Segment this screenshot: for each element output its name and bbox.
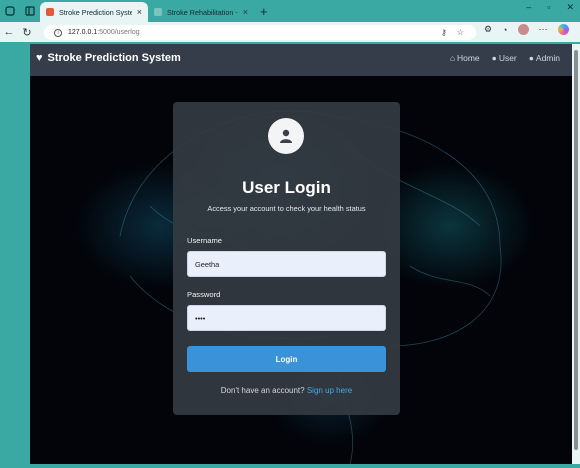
url-input[interactable]: i 127.0.0.1:5000/userlog ⚷ ☆ — [44, 25, 476, 40]
refresh-icon[interactable]: ↻ — [18, 26, 36, 39]
username-input[interactable]: Geetha — [187, 251, 386, 277]
login-button[interactable]: Login — [187, 346, 386, 372]
password-label: Password — [187, 290, 221, 299]
profile-avatar-icon[interactable] — [517, 24, 529, 35]
scrollbar[interactable] — [572, 44, 580, 464]
signup-prompt-text: Don't have an account? — [220, 386, 305, 395]
nav-home-link[interactable]: ⌂ Home — [450, 53, 480, 63]
minimize-button[interactable]: – — [526, 2, 531, 13]
key-icon[interactable]: ⚷ — [441, 28, 447, 37]
nav-user-label: User — [498, 53, 517, 63]
browser-tab-bar: Stroke Prediction System × Stroke Rehabi… — [0, 0, 580, 22]
tab-title: Stroke Rehabilitation - ThingSpea — [167, 7, 238, 17]
window-controls: – ▫ ✕ — [526, 2, 574, 13]
site-navbar: ♥ Stroke Prediction System ⌂ Home ● User ●… — [30, 44, 572, 76]
heartbeat-icon: ♥ — [36, 52, 43, 64]
tab-stroke-prediction[interactable]: Stroke Prediction System × — [40, 2, 148, 22]
extensions-icon[interactable]: ⚙ — [484, 24, 492, 35]
scrollbar-thumb[interactable] — [574, 50, 578, 450]
login-subtitle: Access your account to check your health… — [207, 204, 366, 213]
tab-actions-icon[interactable] — [20, 1, 40, 21]
signup-link[interactable]: Sign up here — [307, 386, 352, 395]
back-icon[interactable]: ← — [0, 26, 18, 38]
admin-icon: ● — [528, 53, 534, 63]
copilot-icon[interactable] — [557, 24, 569, 35]
user-avatar-icon — [268, 118, 304, 154]
tab-thingspeak[interactable]: Stroke Rehabilitation - ThingSpea × — [148, 2, 254, 22]
home-icon: ⌂ — [449, 53, 455, 63]
nav-admin-link[interactable]: ● Admin — [529, 53, 560, 63]
login-card: User Login Access your account to check … — [173, 102, 400, 415]
brand-title: Stroke Prediction System — [47, 52, 181, 64]
favorite-star-icon[interactable]: ☆ — [457, 28, 464, 37]
login-title: User Login — [242, 178, 331, 197]
site-info-icon[interactable]: i — [54, 28, 62, 37]
nav-home-label: Home — [456, 53, 480, 63]
tab-title: Stroke Prediction System — [59, 7, 132, 17]
password-input[interactable]: •••• — [187, 305, 386, 331]
username-label: Username — [187, 236, 223, 245]
user-icon: ● — [491, 53, 497, 63]
tab-favicon-icon — [154, 8, 162, 16]
workspaces-icon[interactable] — [0, 1, 20, 21]
history-icon[interactable]: ◔ — [502, 25, 507, 35]
close-tab-icon[interactable]: × — [243, 7, 248, 17]
close-tab-icon[interactable]: × — [137, 7, 142, 17]
close-window-button[interactable]: ✕ — [566, 2, 574, 13]
url-path: :5000/userlog — [97, 29, 140, 36]
nav-user-link[interactable]: ● User — [492, 53, 517, 63]
brand-logo[interactable]: ♥ Stroke Prediction System — [36, 52, 181, 64]
tab-favicon-icon — [46, 8, 54, 16]
nav-admin-label: Admin — [535, 53, 560, 63]
maximize-button[interactable]: ▫ — [547, 2, 550, 13]
more-menu-icon[interactable]: ⋯ — [539, 24, 548, 35]
signup-prompt: Don't have an account? Sign up here — [173, 386, 400, 395]
new-tab-button[interactable]: + — [260, 4, 268, 19]
url-host: 127.0.0.1 — [68, 29, 98, 36]
browser-address-bar: ← ↻ i 127.0.0.1:5000/userlog ⚷ ☆ ⚙ ◔ ⋯ — [0, 22, 580, 42]
